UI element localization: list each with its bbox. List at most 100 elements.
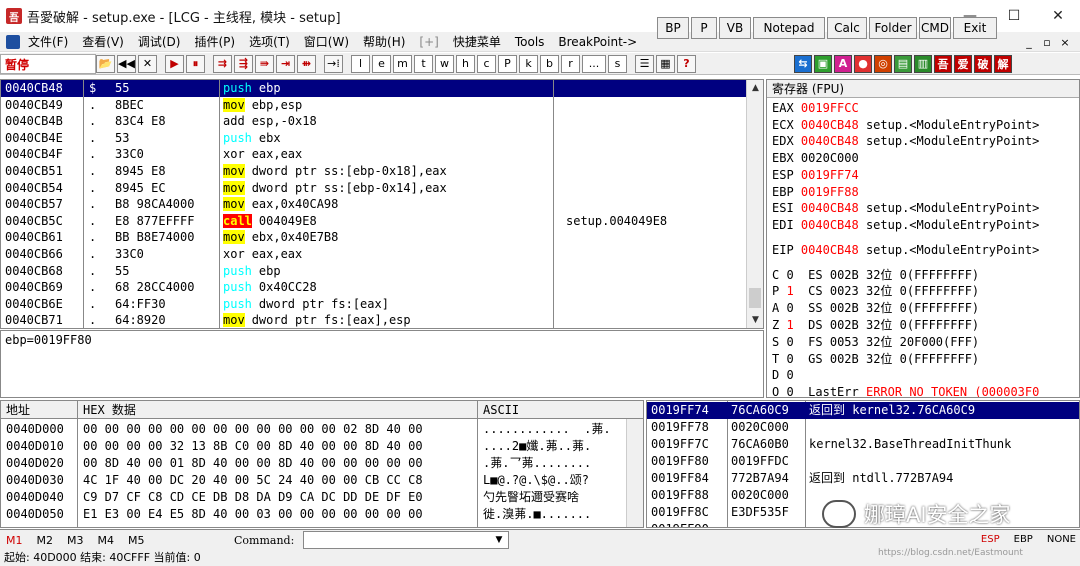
step-into-icon[interactable]: ⇉ bbox=[213, 54, 232, 73]
close-button[interactable]: ✕ bbox=[1036, 0, 1080, 32]
memory-window-button[interactable]: m bbox=[393, 54, 412, 73]
toggle-ebp[interactable]: EBP bbox=[1014, 534, 1033, 545]
disasm-row[interactable]: 0040CB4F. 33C0 xor eax,eax bbox=[1, 146, 763, 163]
plugin-sync-icon[interactable]: ⇆ bbox=[794, 54, 812, 73]
disasm-row[interactable]: 0040CB4B. 83C4 E8 add esp,-0x18 bbox=[1, 113, 763, 130]
register-value[interactable]: 0040CB48 bbox=[801, 201, 859, 215]
segment-row[interactable]: T 0 GS 002B 32位 0(FFFFFFFF) bbox=[772, 351, 979, 367]
register-value[interactable]: 0019FF88 bbox=[801, 185, 859, 199]
tool-folder-button[interactable]: Folder bbox=[869, 17, 917, 39]
execute-till-return-icon[interactable]: ⇻ bbox=[297, 54, 316, 73]
disasm-row[interactable]: 0040CB71. 64:8920 mov dword ptr fs:[eax],es… bbox=[1, 312, 763, 328]
disasm-row[interactable]: 0040CB66. 33C0 xor eax,eax bbox=[1, 246, 763, 263]
command-dropdown-icon[interactable]: ▼ bbox=[491, 532, 507, 548]
plugin-a-icon[interactable]: A bbox=[834, 54, 852, 73]
handles-window-button[interactable]: h bbox=[456, 54, 475, 73]
modules-window-button[interactable]: e bbox=[372, 54, 391, 73]
mdi-close-button[interactable]: × bbox=[1056, 36, 1074, 49]
disasm-row[interactable]: 0040CB57. B8 98CA4000 mov eax,0x40CA98 bbox=[1, 196, 763, 213]
register-eip[interactable]: EIP 0040CB48 setup.<ModuleEntryPoint> bbox=[772, 242, 1039, 258]
register-value[interactable]: 0020C000 bbox=[801, 151, 859, 165]
debugger-icon[interactable] bbox=[6, 34, 20, 49]
flag-o-row[interactable]: O 0 LastErr ERROR_NO_TOKEN (000003F0 bbox=[772, 384, 1039, 397]
register-ebp[interactable]: EBP 0019FF88 bbox=[772, 184, 866, 200]
disasm-row[interactable]: 0040CB61. BB B8E74000 mov ebx,0x40E7B8 bbox=[1, 229, 763, 246]
stack-row[interactable]: 0019FF78 0020C000 bbox=[647, 419, 1079, 436]
flag-value[interactable]: 0 bbox=[786, 352, 793, 366]
register-value[interactable]: 0040CB48 bbox=[801, 243, 859, 257]
disasm-row[interactable]: 0040CB5C. E8 877EFFFF call 004049E8 setup.00… bbox=[1, 213, 763, 230]
register-esp[interactable]: ESP 0019FF74 bbox=[772, 167, 866, 183]
register-ecx[interactable]: ECX 0040CB48 setup.<ModuleEntryPoint> bbox=[772, 117, 1039, 133]
breakpoints-window-button[interactable]: b bbox=[540, 54, 559, 73]
step-over-icon[interactable]: ⇶ bbox=[234, 54, 253, 73]
tool-vb-button[interactable]: VB bbox=[719, 17, 751, 39]
disasm-row[interactable]: 0040CB49. 8BEC mov ebp,esp bbox=[1, 97, 763, 114]
threads-window-button[interactable]: t bbox=[414, 54, 433, 73]
open-icon[interactable]: 📂 bbox=[96, 54, 115, 73]
goto-icon[interactable]: →⁞ bbox=[324, 54, 343, 73]
tool-calc-button[interactable]: Calc bbox=[827, 17, 867, 39]
registers-pane[interactable]: 寄存器 (FPU) EAX 0019FFCC ECX 0040CB48 setu… bbox=[766, 79, 1080, 398]
tool-p-button[interactable]: P bbox=[691, 17, 717, 39]
disasm-row[interactable]: 0040CB4E. 53 push ebx bbox=[1, 130, 763, 147]
menu-debug[interactable]: 调试(D) bbox=[138, 33, 181, 50]
register-edx[interactable]: EDX 0040CB48 setup.<ModuleEntryPoint> bbox=[772, 133, 1039, 149]
dump-row[interactable]: 0040D010 00 00 00 00 32 13 8B C0 00 8D 40… bbox=[1, 438, 625, 455]
menu-view[interactable]: 查看(V) bbox=[82, 33, 124, 50]
disasm-row[interactable]: 0040CB68. 55 push ebp bbox=[1, 263, 763, 280]
memory-tab-m2[interactable]: M2 bbox=[37, 534, 54, 547]
plugin-record-icon[interactable]: ● bbox=[854, 54, 872, 73]
menu-plugins[interactable]: 插件(P) bbox=[194, 33, 235, 50]
trace-into-icon[interactable]: ⇛ bbox=[255, 54, 274, 73]
help-icon[interactable]: ? bbox=[677, 54, 696, 73]
disassembly-pane[interactable]: 0040CB48 $55 push ebp 0040CB49. 8BEC mov ebp,es… bbox=[0, 79, 764, 329]
registers-header[interactable]: 寄存器 (FPU) bbox=[767, 80, 1079, 98]
dump-row[interactable]: 0040D040 C9 D7 CF C8 CD CE DB D8 DA D9 CA… bbox=[1, 489, 625, 506]
segment-row[interactable]: A 0 SS 002B 32位 0(FFFFFFFF) bbox=[772, 300, 979, 316]
stack-row[interactable]: 0019FF7C 76CA60B0 kernel32.BaseThreadInitT… bbox=[647, 436, 1079, 453]
windows-window-button[interactable]: w bbox=[435, 54, 454, 73]
flag-value[interactable]: 0 bbox=[786, 335, 793, 349]
callstack-window-button[interactable]: k bbox=[519, 54, 538, 73]
menu-window[interactable]: 窗口(W) bbox=[304, 33, 349, 50]
references-window-button[interactable]: r bbox=[561, 54, 580, 73]
plugin-ai-icon[interactable]: 爱 bbox=[954, 54, 972, 73]
mdi-minimize-button[interactable]: _ bbox=[1020, 36, 1038, 49]
register-eax[interactable]: EAX 0019FFCC bbox=[772, 100, 866, 116]
segment-row[interactable]: S 0 FS 0053 32位 20F000(FFF) bbox=[772, 334, 979, 350]
flag-value[interactable]: 0 bbox=[786, 268, 793, 282]
close-process-icon[interactable]: ✕ bbox=[138, 54, 157, 73]
run-icon[interactable]: ▶ bbox=[165, 54, 184, 73]
segment-row[interactable]: Z 1 DS 002B 32位 0(FFFFFFFF) bbox=[772, 317, 979, 333]
dump-scrollbar[interactable] bbox=[626, 419, 643, 527]
register-value[interactable]: 0040CB48 bbox=[801, 218, 859, 232]
disasm-row[interactable]: 0040CB51. 8945 E8 mov dword ptr ss:[ebp-0x1… bbox=[1, 163, 763, 180]
source-window-button[interactable]: s bbox=[608, 54, 627, 73]
menu-options[interactable]: 选项(T) bbox=[249, 33, 290, 50]
memory-tab-m1[interactable]: M1 bbox=[6, 534, 23, 547]
menu-help[interactable]: 帮助(H) bbox=[363, 33, 405, 50]
menu-plus[interactable]: [+] bbox=[419, 35, 438, 49]
scroll-thumb[interactable] bbox=[749, 288, 761, 308]
stack-row[interactable]: 0019FF84 772B7A94 返回到 ntdll.772B7A94 bbox=[647, 470, 1079, 487]
dump-row[interactable]: 0040D000 00 00 00 00 00 00 00 00 00 00 00… bbox=[1, 421, 625, 438]
flag-value[interactable]: 1 bbox=[786, 284, 793, 298]
stack-row[interactable]: 0019FF74 76CA60C9 返回到 kernel32.76CA60C9 bbox=[647, 402, 1079, 419]
memory-tab-m4[interactable]: M4 bbox=[98, 534, 115, 547]
register-value[interactable]: 0040CB48 bbox=[801, 118, 859, 132]
menu-file[interactable]: 文件(F) bbox=[28, 33, 68, 50]
disasm-row[interactable]: 0040CB69. 68 28CC4000 push 0x40CC28 bbox=[1, 279, 763, 296]
flag-value[interactable]: 1 bbox=[786, 318, 793, 332]
menu-shortcuts[interactable]: 快捷菜单 bbox=[453, 33, 501, 50]
scroll-down-icon[interactable]: ▼ bbox=[747, 312, 763, 328]
scroll-up-icon[interactable]: ▲ bbox=[747, 80, 763, 97]
segment-row[interactable]: P 1 CS 0023 32位 0(FFFFFFFF) bbox=[772, 283, 979, 299]
tool-cmd-button[interactable]: CMD bbox=[919, 17, 951, 39]
stack-row[interactable]: 0019FF80 0019FFDC bbox=[647, 453, 1079, 470]
dump-col-hex[interactable]: HEX 数据 bbox=[83, 401, 136, 419]
toggle-none[interactable]: NONE bbox=[1047, 534, 1076, 545]
patches-window-button[interactable]: P bbox=[498, 54, 517, 73]
flag-value[interactable]: 0 bbox=[786, 301, 793, 315]
register-value[interactable]: 0040CB48 bbox=[801, 134, 859, 148]
